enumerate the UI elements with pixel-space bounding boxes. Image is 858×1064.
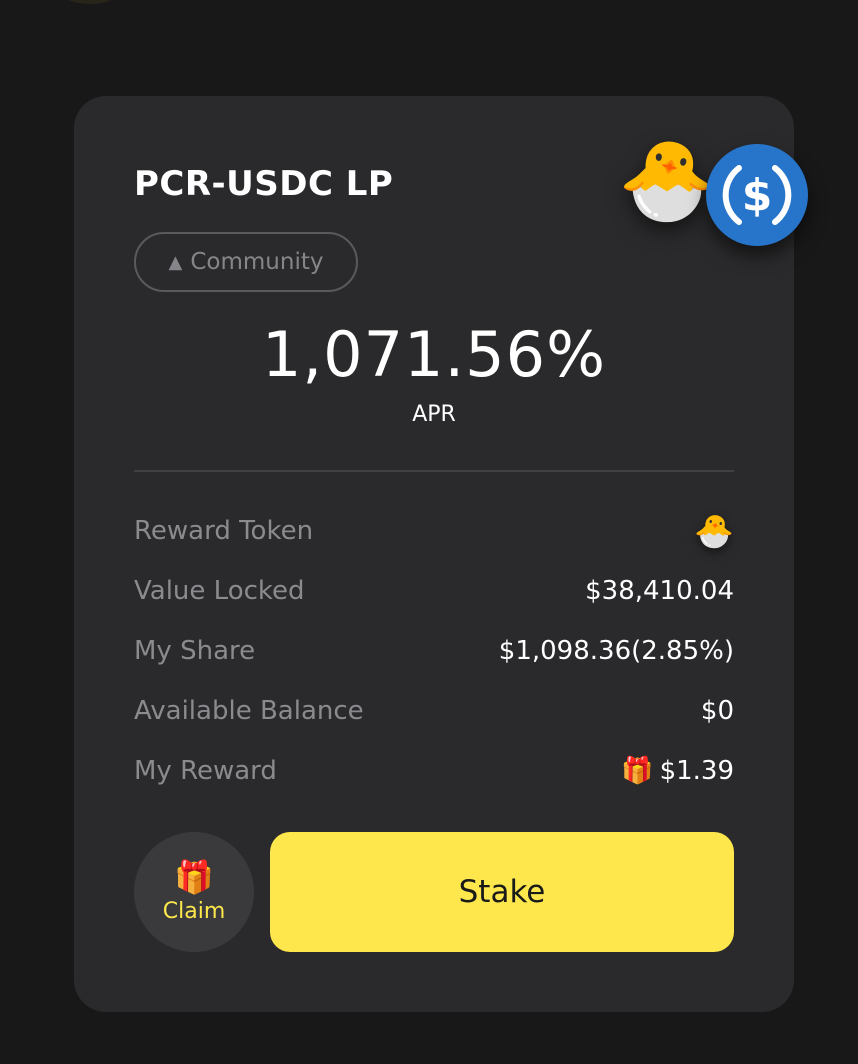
stat-value: $38,410.04 [585, 576, 734, 606]
claim-label: Claim [162, 898, 226, 924]
apr-value: 1,071.56% [261, 318, 606, 391]
stat-label: Value Locked [134, 576, 305, 606]
stat-label: Reward Token [134, 516, 314, 546]
reward-amount: $1.39 [659, 756, 734, 786]
stat-value: 🐣 [694, 512, 734, 550]
stat-value: 🎁 $1.39 [621, 756, 734, 786]
pool-stats: Reward Token 🐣 Value Locked $38,410.04 M… [134, 501, 734, 801]
divider [134, 470, 734, 472]
badge-label: Community [190, 249, 324, 275]
stat-value: $0 [700, 696, 734, 726]
stat-row-my-share: My Share $1,098.36(2.85%) [134, 621, 734, 681]
usdc-icon: $ [706, 144, 808, 246]
stat-row-available-balance: Available Balance $0 [134, 681, 734, 741]
token-pair-icons: 🐣 $ [618, 142, 818, 252]
community-badge: ▲ Community [134, 232, 358, 292]
gift-icon: 🎁 [174, 857, 214, 896]
gift-icon: 🎁 [621, 756, 654, 786]
apr-label: APR [412, 402, 456, 427]
stat-row-my-reward: My Reward 🎁 $1.39 [134, 741, 734, 801]
stake-button[interactable]: Stake [270, 832, 734, 952]
stat-row-value-locked: Value Locked $38,410.04 [134, 561, 734, 621]
farm-card: 🐣 $ PCR-USDC LP ▲ Community 1,071.56% AP… [74, 96, 808, 1012]
stat-label: My Share [134, 636, 256, 666]
chick-icon: 🐣 [618, 136, 716, 226]
svg-text:$: $ [742, 170, 773, 221]
chick-icon: 🐣 [694, 512, 734, 550]
stat-label: My Reward [134, 756, 277, 786]
stat-value: $1,098.36(2.85%) [498, 636, 734, 666]
stat-label: Available Balance [134, 696, 364, 726]
partial-avatar-decoration [60, 0, 120, 4]
pool-title: PCR-USDC LP [134, 164, 394, 204]
warning-icon: ▲ [168, 251, 183, 273]
stat-row-reward-token: Reward Token 🐣 [134, 501, 734, 561]
claim-button[interactable]: 🎁 Claim [134, 832, 254, 952]
